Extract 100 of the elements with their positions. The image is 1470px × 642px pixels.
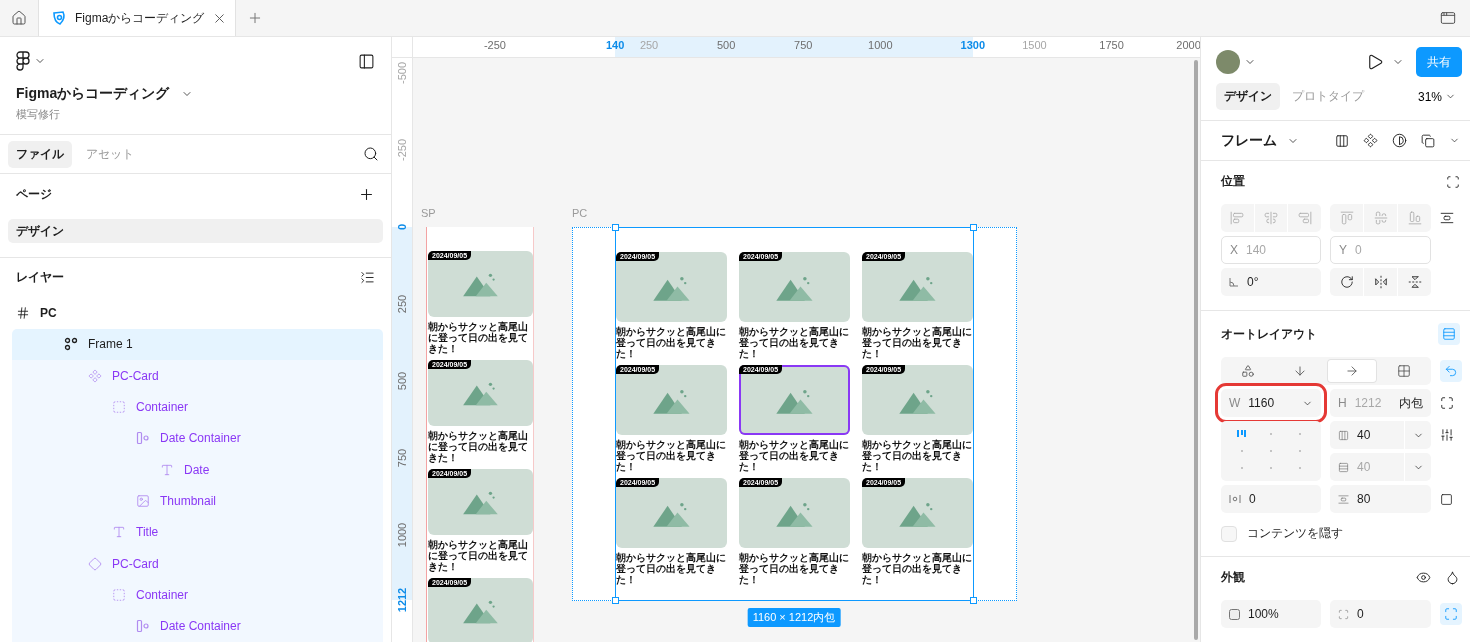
resize-handle[interactable] [970,597,977,604]
layer-row[interactable]: PC [12,297,383,329]
opacity-icon [1229,608,1240,620]
corners-button[interactable] [1440,603,1462,625]
design-tab[interactable]: デザイン [1216,83,1280,110]
ruler-label: 1500 [1022,39,1047,51]
file-tab[interactable]: Figmaからコーディング [39,0,236,36]
grid-icon[interactable] [1335,133,1349,148]
direction-option[interactable] [1326,359,1378,383]
copy-icon[interactable] [1421,133,1435,148]
flip-button[interactable] [1364,268,1397,296]
flip-vertical-icon [1407,275,1422,289]
resize-icon[interactable] [1440,396,1454,410]
scan-icon[interactable] [1446,174,1460,189]
layer-row[interactable]: Thumbnail [12,485,383,517]
ruler-label: 250 [639,39,659,51]
ruler-label: 140 [606,39,625,51]
component-icon[interactable] [1363,133,1378,148]
corners-icon [1444,607,1458,621]
eye-icon[interactable] [1416,570,1431,585]
plus-icon [247,10,263,26]
play-icon[interactable] [1366,53,1384,71]
layer-row[interactable]: Date Container [12,610,383,642]
search-icon[interactable] [363,146,379,163]
ruler-label: -250 [483,39,506,51]
layer-row[interactable]: Date [12,454,383,486]
layer-row[interactable]: Title [12,516,383,548]
checkbox[interactable] [1221,525,1237,542]
dots-icon [64,337,78,352]
align-button[interactable] [1364,204,1397,232]
opacity-field[interactable]: 100% [1221,600,1321,628]
layer-row[interactable]: PC-Card [12,360,383,392]
gap-field[interactable]: 40 [1330,421,1404,449]
align-center-icon [1264,211,1278,225]
panel-tab[interactable]: ファイル [8,140,72,168]
diamond-icon [88,556,102,571]
panel-icon[interactable] [358,52,375,70]
rotate-icon [1339,275,1354,289]
logo-icon[interactable] [16,51,30,71]
scrollbar[interactable] [1194,60,1198,640]
align-button[interactable] [1398,204,1431,232]
padding-field[interactable]: 80 [1330,485,1431,513]
padding-icon [1229,494,1241,504]
list-collapse-icon[interactable] [360,270,375,286]
page-item[interactable]: デザイン [8,219,383,244]
hash-icon [16,306,30,320]
component-icon [88,368,102,383]
frame-label: PC [572,207,588,219]
align-button[interactable] [1221,204,1254,232]
stack-icon [136,619,150,634]
square-icon[interactable] [1440,492,1453,506]
text-icon [112,525,126,540]
section-title: フレーム [1221,131,1277,150]
size-badge: 1160 × 1212内包 [747,608,841,627]
layout-icon [1442,327,1456,341]
card-title: 朝からサクッと高尾山に登って日の出を見てきた！ [616,326,727,359]
contrast-icon[interactable] [1392,133,1407,148]
avatar-circle[interactable] [1216,50,1240,74]
resize-handle[interactable] [612,224,619,231]
sliders-icon[interactable] [1440,428,1454,442]
padding-field[interactable]: 0 [1221,485,1321,513]
distribute-icon[interactable] [1440,211,1454,225]
zoom-dropdown[interactable]: 31% [1411,89,1462,104]
align-button[interactable] [1254,204,1288,232]
ruler-label: 500 [396,371,408,391]
layer-row[interactable]: Container [12,391,383,423]
card-title: 朝からサクッと高尾山に登って日の出を見てきた！ [739,326,850,359]
layer-row[interactable]: Container [12,579,383,611]
corner-radius-field[interactable]: 0 [1330,600,1431,628]
rotate-button[interactable] [1330,268,1363,296]
layer-row[interactable]: Frame 1 [12,328,383,360]
image-icon [136,494,150,508]
stack-icon [136,431,150,446]
align-button[interactable] [1288,204,1321,232]
dashed-square-icon [112,400,126,414]
flip-button[interactable] [1398,268,1431,296]
section-title: オートレイアウト [1221,325,1317,343]
resize-handle[interactable] [970,224,977,231]
window-icon[interactable] [1440,10,1456,26]
file-icon [51,10,67,26]
card-title: 朝からサクッと高尾山に登って日の出を見てきた！ [428,539,529,572]
wrap-button[interactable] [1440,360,1462,382]
layer-row[interactable]: PC-Card [12,548,383,580]
ruler-label: -250 [396,139,408,161]
flip-horizontal-icon [1373,275,1388,289]
card-title: 朝からサクッと高尾山に登って日の出を見てきた！ [862,439,973,472]
project-name: 模写修行 [16,107,61,122]
rotation-field[interactable]: 0° [1221,268,1321,296]
ruler-label: 500 [716,39,736,51]
auto-layout-button[interactable] [1438,323,1460,345]
resize-handle[interactable] [612,597,619,604]
layer-row[interactable]: Date Container [12,422,383,454]
align-top-icon [1339,211,1354,225]
ruler-label: 750 [794,39,813,51]
layers-heading: レイヤー [16,269,64,287]
ruler-label: 2000 [1176,39,1200,51]
droplet-icon[interactable] [1445,570,1460,585]
align-button[interactable] [1330,204,1363,232]
ruler-label: 1750 [1099,39,1124,51]
card-title: 朝からサクッと高尾山に登って日の出を見てきた！ [739,552,850,585]
